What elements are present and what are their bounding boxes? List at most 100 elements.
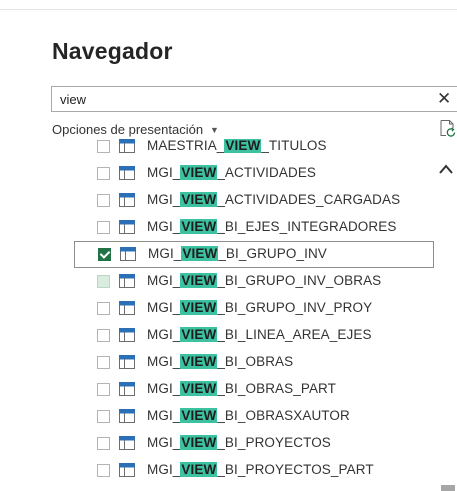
table-icon: [119, 382, 135, 396]
scrollbar-thumb[interactable]: [441, 485, 455, 491]
display-options-label: Opciones de presentación: [52, 122, 204, 137]
list-item[interactable]: MGI_VIEW_BI_PROYECTOS: [52, 430, 438, 457]
search-match-highlight: VIEW: [180, 381, 218, 396]
search-match-highlight: VIEW: [224, 139, 262, 153]
search-match-highlight: VIEW: [180, 273, 218, 288]
list-item[interactable]: MGI_VIEW_BI_GRUPO_INV: [74, 241, 434, 268]
item-label: MGI_VIEW_BI_GRUPO_INV_OBRAS: [147, 273, 381, 288]
item-label-suffix: _BI_PROYECTOS_PART: [217, 462, 374, 477]
item-checkbox[interactable]: [97, 194, 110, 207]
item-label-prefix: MGI_: [147, 381, 181, 396]
item-label-suffix: _BI_GRUPO_INV_PROY: [217, 300, 373, 315]
chevron-down-icon: ▼: [210, 125, 219, 135]
item-label: MGI_VIEW_BI_GRUPO_INV: [148, 246, 327, 261]
item-checkbox[interactable]: [97, 356, 110, 369]
table-icon: [119, 166, 135, 180]
page-title: Navegador: [52, 38, 173, 64]
search-match-highlight: VIEW: [181, 246, 219, 261]
item-label-suffix: _TITULOS: [261, 139, 327, 153]
list-item[interactable]: MAESTRIA_VIEW_TITULOS: [52, 139, 438, 160]
search-box[interactable]: ✕: [51, 86, 457, 112]
list-item[interactable]: MGI_VIEW_ACTIVIDADES: [52, 160, 438, 187]
list-item[interactable]: MGI_VIEW_BI_GRUPO_INV_OBRAS: [52, 268, 438, 295]
item-label: MAESTRIA_VIEW_TITULOS: [147, 139, 327, 153]
item-label: MGI_VIEW_ACTIVIDADES_CARGADAS: [147, 192, 400, 207]
item-label: MGI_VIEW_BI_EJES_INTEGRADORES: [147, 219, 396, 234]
search-match-highlight: VIEW: [180, 300, 218, 315]
item-label-prefix: MGI_: [147, 462, 181, 477]
item-label-prefix: MGI_: [147, 192, 181, 207]
search-match-highlight: VIEW: [180, 192, 218, 207]
item-label-prefix: MGI_: [147, 300, 181, 315]
item-label-prefix: MAESTRIA_: [147, 139, 225, 153]
item-label-prefix: MGI_: [148, 246, 182, 261]
item-label: MGI_VIEW_BI_OBRAS: [147, 354, 293, 369]
search-match-highlight: VIEW: [180, 165, 218, 180]
search-match-highlight: VIEW: [180, 435, 218, 450]
item-label: MGI_VIEW_BI_PROYECTOS_PART: [147, 462, 374, 477]
item-checkbox[interactable]: [98, 248, 111, 261]
table-icon: [119, 139, 135, 153]
item-label-suffix: _BI_LINEA_AREA_EJES: [217, 327, 372, 342]
refresh-icon[interactable]: [438, 119, 457, 138]
item-label-suffix: _BI_OBRAS_PART: [217, 381, 337, 396]
table-icon: [119, 409, 135, 423]
table-icon: [119, 301, 135, 315]
item-label-suffix: _BI_OBRASXAUTOR: [217, 408, 350, 423]
list-item[interactable]: MGI_VIEW_BI_OBRAS_PART: [52, 376, 438, 403]
item-checkbox[interactable]: [97, 275, 110, 288]
table-icon: [120, 247, 136, 261]
item-label-prefix: MGI_: [147, 219, 181, 234]
item-checkbox[interactable]: [97, 140, 110, 153]
search-match-highlight: VIEW: [180, 219, 218, 234]
list-item[interactable]: MGI_VIEW_ACTIVIDADES_CARGADAS: [52, 187, 438, 214]
item-label-prefix: MGI_: [147, 273, 181, 288]
item-label: MGI_VIEW_ACTIVIDADES: [147, 165, 316, 180]
list-item[interactable]: MGI_VIEW_BI_GRUPO_INV_PROY: [52, 295, 438, 322]
list-item[interactable]: MGI_VIEW_BI_PROYECTOS_PART: [52, 457, 438, 484]
item-checkbox[interactable]: [97, 410, 110, 423]
item-label-prefix: MGI_: [147, 327, 181, 342]
search-input[interactable]: [60, 90, 420, 108]
list-item[interactable]: MGI_VIEW_BI_OBRAS: [52, 349, 438, 376]
item-label-prefix: MGI_: [147, 435, 181, 450]
table-icon: [119, 193, 135, 207]
item-checkbox[interactable]: [97, 464, 110, 477]
item-label-prefix: MGI_: [147, 165, 181, 180]
table-icon: [119, 463, 135, 477]
table-icon: [119, 355, 135, 369]
list-item[interactable]: MGI_VIEW_BI_LINEA_AREA_EJES: [52, 322, 438, 349]
item-checkbox[interactable]: [97, 167, 110, 180]
navigator-item-list: MAESTRIA_VIEW_TITULOS MGI_VIEW_ACTIVIDADE…: [52, 139, 448, 491]
list-item[interactable]: MGI_VIEW_BI_EJES_INTEGRADORES: [52, 214, 438, 241]
navigator-dialog: Navegador ✕ Opciones de presentación ▼ MA…: [0, 0, 457, 491]
table-icon: [119, 436, 135, 450]
top-divider: [0, 9, 457, 10]
table-icon: [119, 274, 135, 288]
item-checkbox[interactable]: [97, 437, 110, 450]
table-icon: [119, 328, 135, 342]
item-checkbox[interactable]: [97, 221, 110, 234]
search-match-highlight: VIEW: [180, 327, 218, 342]
clear-icon[interactable]: ✕: [437, 89, 451, 109]
scroll-up-icon[interactable]: [437, 162, 455, 176]
item-label-suffix: _BI_OBRAS: [217, 354, 294, 369]
item-label-suffix: _BI_EJES_INTEGRADORES: [217, 219, 397, 234]
item-checkbox[interactable]: [97, 383, 110, 396]
display-options-dropdown[interactable]: Opciones de presentación ▼: [52, 122, 219, 137]
item-label: MGI_VIEW_BI_OBRAS_PART: [147, 381, 336, 396]
table-icon: [119, 220, 135, 234]
item-label-suffix: _ACTIVIDADES: [217, 165, 317, 180]
item-checkbox[interactable]: [97, 302, 110, 315]
item-label-suffix: _ACTIVIDADES_CARGADAS: [217, 192, 401, 207]
item-label: MGI_VIEW_BI_OBRASXAUTOR: [147, 408, 350, 423]
item-label-prefix: MGI_: [147, 408, 181, 423]
item-checkbox[interactable]: [97, 329, 110, 342]
item-label-suffix: _BI_GRUPO_INV: [218, 246, 327, 261]
item-label: MGI_VIEW_BI_PROYECTOS: [147, 435, 331, 450]
item-label: MGI_VIEW_BI_LINEA_AREA_EJES: [147, 327, 372, 342]
list-item[interactable]: MGI_VIEW_BI_OBRASXAUTOR: [52, 403, 438, 430]
search-match-highlight: VIEW: [180, 354, 218, 369]
search-match-highlight: VIEW: [180, 462, 218, 477]
item-label-prefix: MGI_: [147, 354, 181, 369]
